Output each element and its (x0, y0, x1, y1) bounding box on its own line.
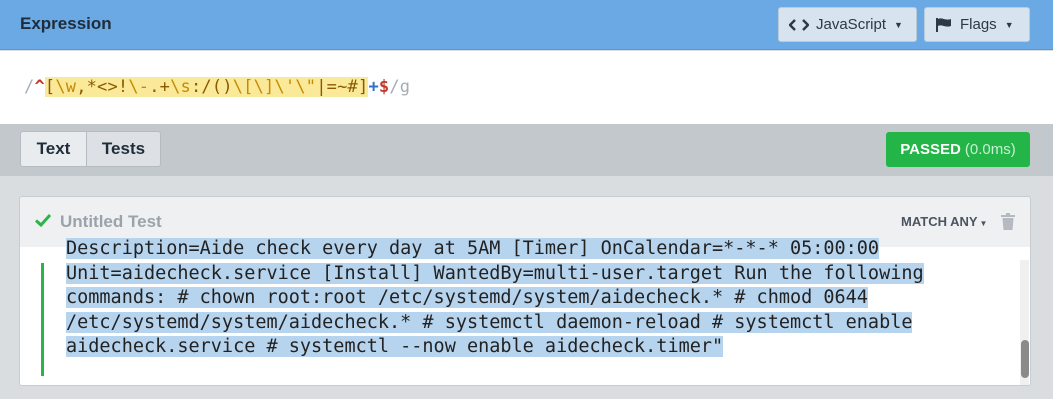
set-literal: .+ (149, 77, 171, 97)
language-button[interactable]: JavaScript ▼ (778, 7, 917, 42)
escape-left-bracket: \[ (232, 77, 254, 97)
regex-close-delimiter: / (389, 77, 400, 97)
tab-bar: Text Tests PASSED (0.0ms) (0, 124, 1053, 176)
regex-end-anchor: $ (378, 77, 390, 97)
match-mode-label: MATCH ANY (901, 214, 978, 229)
test-text[interactable]: Description=Aide check every day at 5AM … (66, 238, 996, 360)
trash-icon[interactable] (1000, 213, 1016, 231)
chevron-down-icon: ▼ (894, 19, 903, 30)
escape-right-bracket: \] (253, 77, 275, 97)
chevron-down-icon: ▼ (1004, 19, 1014, 30)
tab-text[interactable]: Text (20, 131, 87, 167)
status-badge: PASSED (0.0ms) (886, 132, 1030, 167)
chevron-down-icon: ▼ (979, 219, 988, 228)
selected-text: Description=Aide check every day at 5AM … (66, 238, 880, 259)
flag-icon (936, 17, 951, 32)
test-line: Unit=aidecheck.service [Install] WantedB… (66, 262, 996, 287)
escape-quote: \' (274, 77, 296, 97)
test-name[interactable]: Untitled Test (60, 212, 162, 232)
set-literal: |=~# (316, 77, 358, 97)
set-literal: ,*<>! (76, 77, 129, 97)
test-line: aidecheck.service # systemctl --now enab… (66, 335, 996, 360)
regex-expression[interactable]: /^[\w,*<>!\-.+\s:/()\[\]\'\"|=~#]+$/g (24, 77, 410, 97)
selected-text: /etc/systemd/system/aidecheck.* # system… (66, 311, 913, 333)
regex-character-set: [\w,*<>!\-.+\s:/()\[\]\'\"|=~#] (44, 77, 369, 97)
scrollbar-thumb[interactable] (1021, 340, 1029, 378)
test-input-area[interactable]: Description=Aide check every day at 5AM … (20, 238, 1030, 385)
escape-double-quote: \" (295, 77, 317, 97)
language-label: JavaScript (816, 16, 887, 33)
regex-quantifier: + (368, 77, 379, 97)
code-icon (789, 18, 809, 31)
set-literal: :/() (191, 77, 233, 97)
escape-s: \s (170, 77, 191, 97)
set-open: [ (44, 77, 56, 97)
regex-flags: g (399, 77, 411, 97)
status-duration: (0.0ms) (964, 141, 1016, 158)
flags-label: Flags (960, 16, 997, 33)
test-panel: Untitled Test MATCH ANY ▼ Description=Aid… (19, 196, 1031, 386)
selected-text: commands: # chown root:root /etc/systemd… (66, 287, 868, 308)
regex-open-delimiter: / (24, 77, 35, 97)
regex-start-anchor: ^ (34, 77, 45, 97)
scrollbar[interactable] (1020, 260, 1029, 385)
check-icon (34, 213, 52, 228)
test-line: commands: # chown root:root /etc/systemd… (66, 286, 996, 311)
escape-dash: \- (128, 77, 150, 97)
test-line: /etc/systemd/system/aidecheck.* # system… (66, 311, 996, 336)
status-label: PASSED (900, 141, 961, 158)
set-close: ] (358, 77, 369, 97)
expression-editor[interactable]: /^[\w,*<>!\-.+\s:/()\[\]\'\"|=~#]+$/g (0, 51, 1053, 124)
selected-text: aidecheck.service # systemctl --now enab… (66, 336, 724, 357)
section-title: Expression (20, 14, 112, 33)
tab-tests[interactable]: Tests (87, 131, 161, 167)
expression-header: Expression JavaScript ▼ Flags ▼ (0, 0, 1053, 50)
flags-button[interactable]: Flags ▼ (924, 7, 1030, 42)
escape-w: \w (55, 77, 77, 97)
test-line: Description=Aide check every day at 5AM … (66, 237, 996, 262)
selected-text: Unit=aidecheck.service [Install] WantedB… (66, 262, 924, 284)
match-indicator-bar (41, 263, 44, 376)
match-mode-dropdown[interactable]: MATCH ANY ▼ (901, 214, 987, 229)
